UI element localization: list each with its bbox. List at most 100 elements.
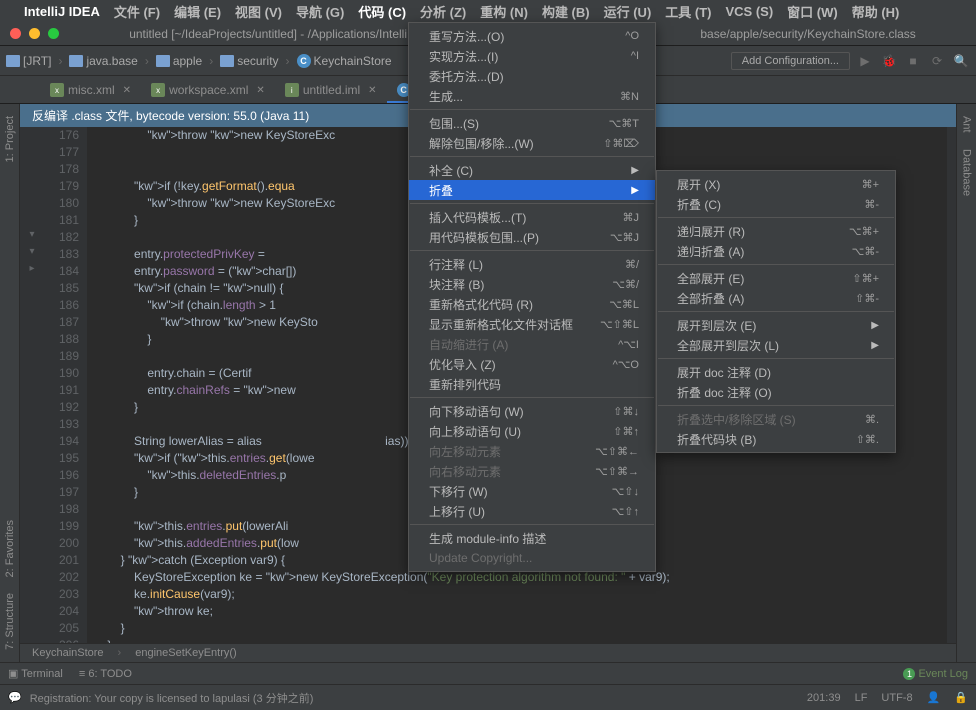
minimize-window-button[interactable] — [29, 28, 40, 39]
left-tool-strip: 1: Project 2: Favorites 7: Structure — [0, 104, 20, 662]
breadcrumb-item[interactable]: java.base — [69, 54, 137, 68]
menu-item[interactable]: 优化导入 (Z)^⌥O — [409, 354, 655, 374]
folder-icon — [69, 55, 83, 67]
menu-code[interactable]: 代码 (C) — [358, 2, 406, 21]
menu-item[interactable]: 下移行 (W)⌥⇧↓ — [409, 481, 655, 501]
menu-item[interactable]: 展开 doc 注释 (D) — [657, 362, 895, 382]
menu-item[interactable]: 全部折叠 (A)⇧⌘- — [657, 288, 895, 308]
menu-help[interactable]: 帮助 (H) — [852, 2, 900, 21]
menu-item: Update Copyright... — [409, 548, 655, 568]
maximize-window-button[interactable] — [48, 28, 59, 39]
menu-edit[interactable]: 编辑 (E) — [174, 2, 221, 21]
breadcrumb: [JRT] java.base apple security CKeychain… — [6, 54, 392, 68]
breadcrumb-method[interactable]: engineSetKeyEntry() — [135, 647, 237, 659]
menu-item[interactable]: 解除包围/移除...(W)⇧⌘⌦ — [409, 133, 655, 153]
breadcrumb-item[interactable]: apple — [156, 54, 202, 68]
lock-icon[interactable]: 🔒 — [954, 691, 968, 704]
close-icon[interactable]: ✕ — [123, 85, 131, 96]
xml-icon: x — [151, 83, 165, 97]
menu-navigate[interactable]: 导航 (G) — [296, 2, 344, 21]
menu-view[interactable]: 视图 (V) — [235, 2, 282, 21]
menu-item[interactable]: 折叠 doc 注释 (O) — [657, 382, 895, 402]
right-tool-strip: Ant Database — [956, 104, 976, 662]
editor-breadcrumb: KeychainStore engineSetKeyEntry() — [20, 643, 956, 662]
menu-item[interactable]: 递归折叠 (A)⌥⌘- — [657, 241, 895, 261]
menu-item[interactable]: 折叠 (C)⌘- — [657, 194, 895, 214]
menu-file[interactable]: 文件 (F) — [114, 2, 160, 21]
menu-tools[interactable]: 工具 (T) — [665, 2, 711, 21]
breadcrumb-class[interactable]: KeychainStore — [32, 647, 104, 659]
event-log-button[interactable]: 1Event Log — [903, 668, 968, 680]
menu-item[interactable]: 全部展开 (E)⇧⌘+ — [657, 268, 895, 288]
menu-item[interactable]: 重新格式化代码 (R)⌥⌘L — [409, 294, 655, 314]
menu-item[interactable]: 补全 (C)▶ — [409, 160, 655, 180]
toolwindow-ant[interactable]: Ant — [961, 108, 973, 141]
menu-item[interactable]: 块注释 (B)⌥⌘/ — [409, 274, 655, 294]
menu-item[interactable]: 全部展开到层次 (L)▶ — [657, 335, 895, 355]
notification-badge-icon: 1 — [903, 668, 915, 680]
toolwindow-project[interactable]: 1: Project — [4, 108, 16, 170]
menu-build[interactable]: 构建 (B) — [542, 2, 590, 21]
menu-item: 折叠选中/移除区域 (S)⌘. — [657, 409, 895, 429]
menu-item[interactable]: 展开 (X)⌘+ — [657, 174, 895, 194]
fold-gutter[interactable]: ▾ ▾ ▸ — [20, 127, 44, 643]
breadcrumb-item[interactable]: security — [220, 54, 278, 68]
menu-item[interactable]: 折叠代码块 (B)⇧⌘. — [657, 429, 895, 449]
close-window-button[interactable] — [10, 28, 21, 39]
caret-position[interactable]: 201:39 — [807, 692, 841, 704]
menu-item[interactable]: 行注释 (L)⌘/ — [409, 254, 655, 274]
toolwindow-favorites[interactable]: 2: Favorites — [4, 512, 16, 585]
line-separator[interactable]: LF — [855, 692, 868, 704]
tab-untitled-iml[interactable]: iuntitled.iml✕ — [275, 79, 387, 103]
menu-item[interactable]: 插入代码模板...(T)⌘J — [409, 207, 655, 227]
menu-item[interactable]: 生成 module-info 描述 — [409, 528, 655, 548]
menu-item[interactable]: 递归展开 (R)⌥⌘+ — [657, 221, 895, 241]
menu-refactor[interactable]: 重构 (N) — [480, 2, 528, 21]
run-icon[interactable]: ▶ — [856, 52, 874, 70]
toolwindow-database[interactable]: Database — [961, 141, 973, 204]
menu-item[interactable]: 显示重新格式化文件对话框⌥⇧⌘L — [409, 314, 655, 334]
breadcrumb-item[interactable]: [JRT] — [6, 54, 51, 68]
inspection-icon[interactable]: 👤 — [927, 691, 941, 704]
xml-icon: x — [50, 83, 64, 97]
toolwindow-structure[interactable]: 7: Structure — [4, 585, 16, 658]
folder-icon — [220, 55, 234, 67]
menu-vcs[interactable]: VCS (S) — [726, 4, 774, 19]
tab-misc-xml[interactable]: xmisc.xml✕ — [40, 79, 141, 103]
stop-icon[interactable]: ■ — [904, 52, 922, 70]
close-icon[interactable]: ✕ — [256, 85, 264, 96]
menu-item[interactable]: 折叠▶ — [409, 180, 655, 200]
update-icon[interactable]: ⟳ — [928, 52, 946, 70]
debug-icon[interactable]: 🐞 — [880, 52, 898, 70]
marker-stripe[interactable] — [946, 127, 956, 643]
menu-item[interactable]: 实现方法...(I)^I — [409, 46, 655, 66]
menu-item[interactable]: 重写方法...(O)^O — [409, 26, 655, 46]
menu-item[interactable]: 上移行 (U)⌥⇧↑ — [409, 501, 655, 521]
menu-item[interactable]: 委托方法...(D) — [409, 66, 655, 86]
search-icon[interactable]: 🔍 — [952, 52, 970, 70]
status-bar: 💬 Registration: Your copy is licensed to… — [0, 684, 976, 710]
close-icon[interactable]: ✕ — [368, 85, 376, 96]
menu-run[interactable]: 运行 (U) — [604, 2, 652, 21]
menu-item[interactable]: 向上移动语句 (U)⇧⌘↑ — [409, 421, 655, 441]
speech-icon[interactable]: 💬 — [8, 691, 22, 704]
add-configuration-button[interactable]: Add Configuration... — [731, 52, 850, 70]
menu-item[interactable]: 向下移动语句 (W)⇧⌘↓ — [409, 401, 655, 421]
encoding[interactable]: UTF-8 — [881, 692, 912, 704]
toolwindow-todo[interactable]: ≡ 6: TODO — [79, 668, 132, 680]
toolwindow-terminal[interactable]: ▣ Terminal — [8, 667, 63, 680]
menu-item[interactable]: 重新排列代码 — [409, 374, 655, 394]
menu-item[interactable]: 用代码模板包围...(P)⌥⌘J — [409, 227, 655, 247]
breadcrumb-item[interactable]: CKeychainStore — [297, 54, 392, 68]
menu-item[interactable]: 展开到层次 (E)▶ — [657, 315, 895, 335]
menu-item: 向左移动元素⌥⇧⌘← — [409, 441, 655, 461]
menu-window[interactable]: 窗口 (W) — [787, 2, 838, 21]
class-icon: C — [297, 54, 311, 68]
tab-workspace-xml[interactable]: xworkspace.xml✕ — [141, 79, 275, 103]
line-number-gutter[interactable]: 1761771781791801811821831841851861871881… — [44, 127, 88, 643]
menu-item[interactable]: 生成...⌘N — [409, 86, 655, 106]
menu-item[interactable]: 包围...(S)⌥⌘T — [409, 113, 655, 133]
fold-submenu-dropdown: 展开 (X)⌘+折叠 (C)⌘- 递归展开 (R)⌥⌘+递归折叠 (A)⌥⌘- 全部… — [656, 170, 896, 453]
menu-analyze[interactable]: 分析 (Z) — [420, 2, 466, 21]
app-name[interactable]: IntelliJ IDEA — [24, 4, 100, 19]
